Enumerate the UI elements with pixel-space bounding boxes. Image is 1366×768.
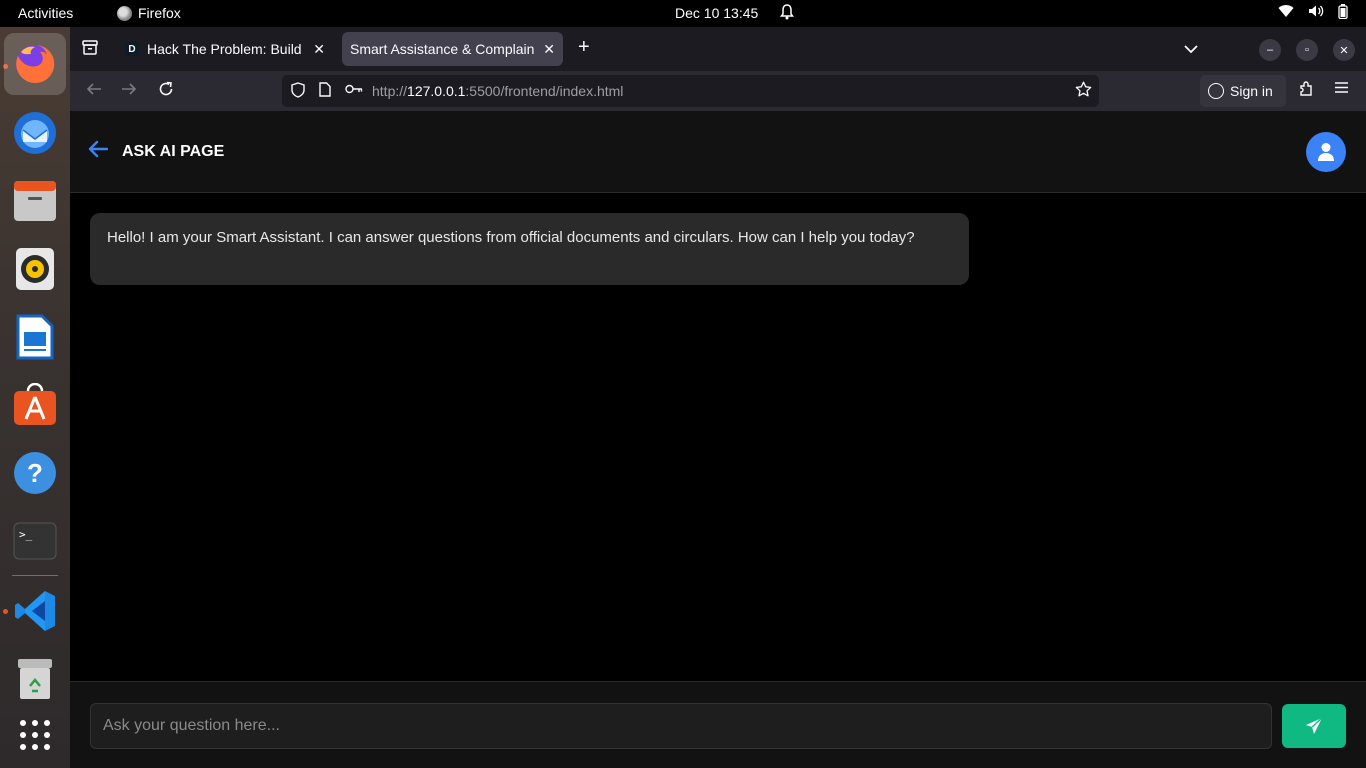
battery-icon xyxy=(1338,4,1348,19)
writer-icon[interactable] xyxy=(11,313,59,361)
running-indicator xyxy=(3,609,8,614)
tab-title: Smart Assistance & Complain xyxy=(350,41,535,57)
user-icon xyxy=(1318,143,1334,161)
back-icon[interactable] xyxy=(86,81,102,102)
tracking-protection-shield-icon[interactable] xyxy=(291,82,305,101)
web-page: ASK AI PAGE Hello! I am your Smart Assis… xyxy=(70,111,1366,768)
page-info-icon[interactable] xyxy=(319,82,331,100)
extensions-icon[interactable] xyxy=(1298,81,1314,102)
back-arrow-icon[interactable] xyxy=(88,140,109,162)
chat-input-bar xyxy=(70,681,1366,768)
url-text[interactable]: http://127.0.0.1:5500/frontend/index.htm… xyxy=(372,83,623,99)
tab-favicon: D xyxy=(125,42,139,56)
app-menu[interactable]: Firefox xyxy=(117,5,181,21)
help-icon[interactable]: ? xyxy=(11,449,59,497)
system-top-bar: Activities Firefox Dec 10 13:45 xyxy=(0,0,1366,27)
bookmark-star-icon[interactable] xyxy=(1075,81,1092,101)
app-menu-icon[interactable] xyxy=(1334,81,1349,99)
close-tab-icon[interactable]: ✕ xyxy=(313,41,325,58)
dock: ? >_ xyxy=(0,27,70,768)
svg-text:?: ? xyxy=(27,458,43,488)
forward-icon[interactable] xyxy=(121,81,137,102)
notification-bell-icon[interactable] xyxy=(780,4,794,23)
firefox-view-icon[interactable] xyxy=(82,40,98,60)
dock-separator xyxy=(12,575,58,576)
sign-in-label: Sign in xyxy=(1230,83,1273,99)
key-permissions-icon[interactable] xyxy=(345,82,363,98)
question-input[interactable] xyxy=(90,703,1272,749)
system-tray[interactable] xyxy=(1278,4,1348,19)
reload-icon[interactable] xyxy=(158,81,174,102)
close-window-button[interactable]: ✕ xyxy=(1333,39,1355,61)
firefox-icon[interactable] xyxy=(4,33,66,95)
minimize-window-button[interactable]: – xyxy=(1259,39,1281,61)
account-icon xyxy=(1208,83,1224,99)
url-bar[interactable]: http://127.0.0.1:5500/frontend/index.htm… xyxy=(282,75,1099,107)
tab-smart-assistance[interactable]: Smart Assistance & Complain ✕ xyxy=(342,32,563,66)
page-header: ASK AI PAGE xyxy=(70,111,1366,193)
page-title: ASK AI PAGE xyxy=(122,143,225,160)
app-center-icon[interactable] xyxy=(11,381,59,429)
vscode-icon[interactable] xyxy=(11,587,59,635)
clock[interactable]: Dec 10 13:45 xyxy=(675,5,758,21)
thunderbird-icon[interactable] xyxy=(11,109,59,157)
new-tab-icon[interactable]: + xyxy=(578,37,590,57)
tab-bar: D Hack The Problem: Build ✕ Smart Assist… xyxy=(70,27,1366,71)
maximize-window-button[interactable]: ▫ xyxy=(1296,39,1318,61)
firefox-mini-icon xyxy=(117,5,132,21)
app-name: Firefox xyxy=(138,5,181,21)
list-all-tabs-icon[interactable] xyxy=(1184,41,1198,59)
rhythmbox-icon[interactable] xyxy=(11,245,59,293)
tab-hack-the-problem[interactable]: D Hack The Problem: Build ✕ xyxy=(117,32,333,66)
user-avatar[interactable] xyxy=(1306,132,1346,172)
trash-icon[interactable] xyxy=(11,655,59,703)
nav-bar: http://127.0.0.1:5500/frontend/index.htm… xyxy=(70,71,1366,111)
sign-in-button[interactable]: Sign in xyxy=(1200,75,1286,107)
svg-text:>_: >_ xyxy=(19,528,33,541)
wifi-icon xyxy=(1278,5,1294,18)
terminal-icon[interactable]: >_ xyxy=(11,517,59,565)
paper-plane-icon xyxy=(1306,717,1323,734)
close-tab-icon[interactable]: ✕ xyxy=(543,41,555,58)
volume-icon xyxy=(1309,5,1324,17)
show-apps-icon[interactable] xyxy=(11,711,59,759)
tab-title: Hack The Problem: Build xyxy=(147,41,302,57)
activities-button[interactable]: Activities xyxy=(18,5,73,21)
send-button[interactable] xyxy=(1282,704,1346,748)
assistant-message: Hello! I am your Smart Assistant. I can … xyxy=(90,213,969,285)
files-icon[interactable] xyxy=(11,177,59,225)
